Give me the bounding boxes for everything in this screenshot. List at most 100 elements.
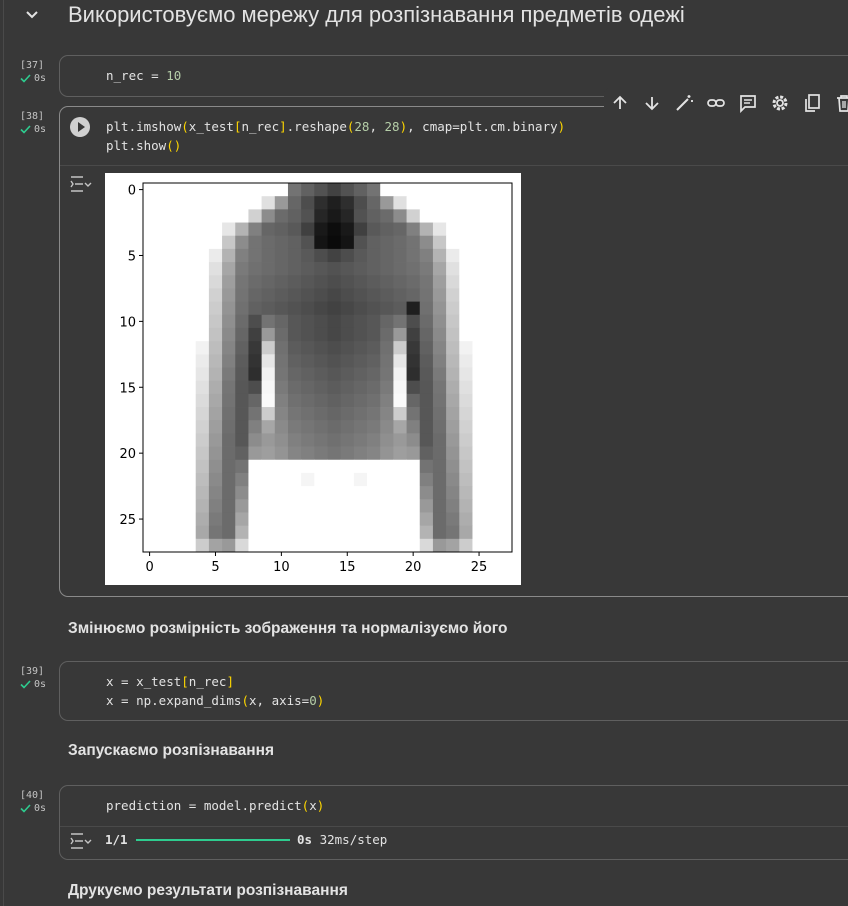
heatmap-cell (472, 262, 487, 276)
mirror-cell-icon[interactable] (802, 93, 822, 113)
heatmap-cell (393, 314, 407, 329)
heatmap-cell (380, 433, 394, 447)
heatmap-cell (393, 275, 407, 289)
heatmap-cell (248, 407, 263, 421)
heatmap-cell (485, 459, 500, 474)
heatmap-cell (301, 288, 315, 303)
heatmap-cell (340, 407, 355, 421)
heatmap-cell (314, 183, 328, 197)
heatmap-cell (195, 235, 210, 250)
heatmap-cell (195, 314, 210, 329)
output-toggle-icon[interactable] (70, 832, 92, 850)
heatmap-cell (367, 486, 381, 500)
x-tick-label: 20 (405, 560, 422, 575)
heatmap-cell (353, 512, 368, 527)
check-icon (20, 804, 31, 813)
heatmap-cell (169, 472, 183, 487)
heatmap-cell (380, 367, 394, 382)
heatmap-cell (432, 512, 447, 527)
heatmap-cell (406, 341, 421, 355)
heatmap-cell (327, 499, 342, 513)
heatmap-cell (287, 512, 302, 527)
code-cell[interactable]: x = x_test[n_rec] x = np.expand_dims(x, … (59, 661, 848, 721)
code-line: plt.show() (106, 138, 182, 153)
heatmap-cell (367, 446, 381, 461)
heatmap-cell (485, 499, 500, 513)
gear-icon[interactable] (770, 93, 790, 113)
heatmap-cell (498, 327, 513, 342)
heatmap-cell (222, 341, 236, 355)
heatmap-cell (274, 499, 289, 513)
output-toggle-icon[interactable] (70, 175, 92, 193)
code-line[interactable]: n_rec = 10 (106, 66, 181, 85)
heatmap-cell (472, 288, 487, 303)
heatmap-cell (340, 525, 355, 540)
heatmap-cell (235, 341, 249, 355)
heatmap-cell (235, 314, 249, 329)
heatmap-cell (287, 248, 302, 263)
heatmap-cell (314, 538, 328, 553)
heatmap-cell (353, 196, 368, 210)
heatmap-cell (353, 407, 368, 421)
heatmap-cell (380, 183, 394, 197)
heatmap-cell (301, 183, 315, 197)
magic-wand-icon[interactable] (674, 93, 694, 113)
code-block[interactable]: x = x_test[n_rec] x = np.expand_dims(x, … (106, 672, 324, 710)
heatmap-cell (393, 354, 407, 368)
section-title: Використовуємо мережу для розпізнавання … (68, 2, 685, 27)
heatmap-cell (195, 446, 210, 461)
heatmap-cell (301, 196, 315, 210)
heatmap-cell (208, 393, 223, 408)
code-line[interactable]: prediction = model.predict(x) (106, 796, 324, 815)
code-block[interactable]: plt.imshow(x_test[n_rec].reshape(28, 28)… (106, 117, 565, 155)
heatmap-cell (498, 209, 513, 223)
heatmap-cell (182, 472, 197, 487)
link-icon[interactable] (706, 93, 726, 113)
heatmap-cell (301, 486, 315, 500)
heatmap-cell (287, 222, 302, 237)
heatmap-cell (287, 472, 302, 487)
heatmap-cell (143, 486, 157, 500)
heatmap-cell (314, 380, 328, 395)
heatmap-cell (485, 196, 500, 210)
collapse-chevron-icon[interactable] (22, 4, 42, 24)
heatmap-cell (459, 512, 473, 527)
heatmap-chart: 0 5 10 15 20 25 0 5 10 15 20 25 (119, 182, 513, 575)
heatmap-cell (222, 183, 236, 197)
heatmap-cell (380, 486, 394, 500)
heatmap-cell (208, 499, 223, 513)
heatmap-cell (222, 301, 236, 316)
heatmap-cell (446, 472, 460, 487)
heatmap-cell (235, 525, 249, 540)
heatmap-cell (156, 275, 170, 289)
heatmap-cell (498, 248, 513, 263)
heatmap-cell (485, 327, 500, 342)
heatmap-cell (301, 209, 315, 223)
heatmap-cell (235, 512, 249, 527)
heatmap-cell (353, 209, 368, 223)
run-cell-button[interactable] (70, 117, 90, 137)
trash-icon[interactable] (834, 93, 848, 113)
heatmap-cell (301, 393, 315, 408)
heatmap-cell (498, 235, 513, 250)
arrow-down-icon[interactable] (642, 93, 662, 113)
heatmap-cell (380, 222, 394, 237)
heatmap-cell (459, 275, 473, 289)
heatmap-cell (222, 314, 236, 329)
heatmap-cell (327, 301, 342, 316)
heatmap-cell (169, 222, 183, 237)
heatmap-cell (235, 354, 249, 368)
heatmap-cell (261, 367, 276, 382)
heatmap-cell (446, 301, 460, 316)
heatmap-cell (327, 262, 342, 276)
heatmap-cell (380, 407, 394, 421)
heatmap-cell (432, 367, 447, 382)
heatmap-cell (222, 486, 236, 500)
heatmap-cell (156, 499, 170, 513)
heatmap-cell (393, 327, 407, 342)
code-cell[interactable]: prediction = model.predict(x) (59, 785, 848, 860)
arrow-up-icon[interactable] (610, 93, 630, 113)
heatmap-cell (235, 486, 249, 500)
comment-icon[interactable] (738, 93, 758, 114)
heatmap-cell (327, 288, 342, 303)
